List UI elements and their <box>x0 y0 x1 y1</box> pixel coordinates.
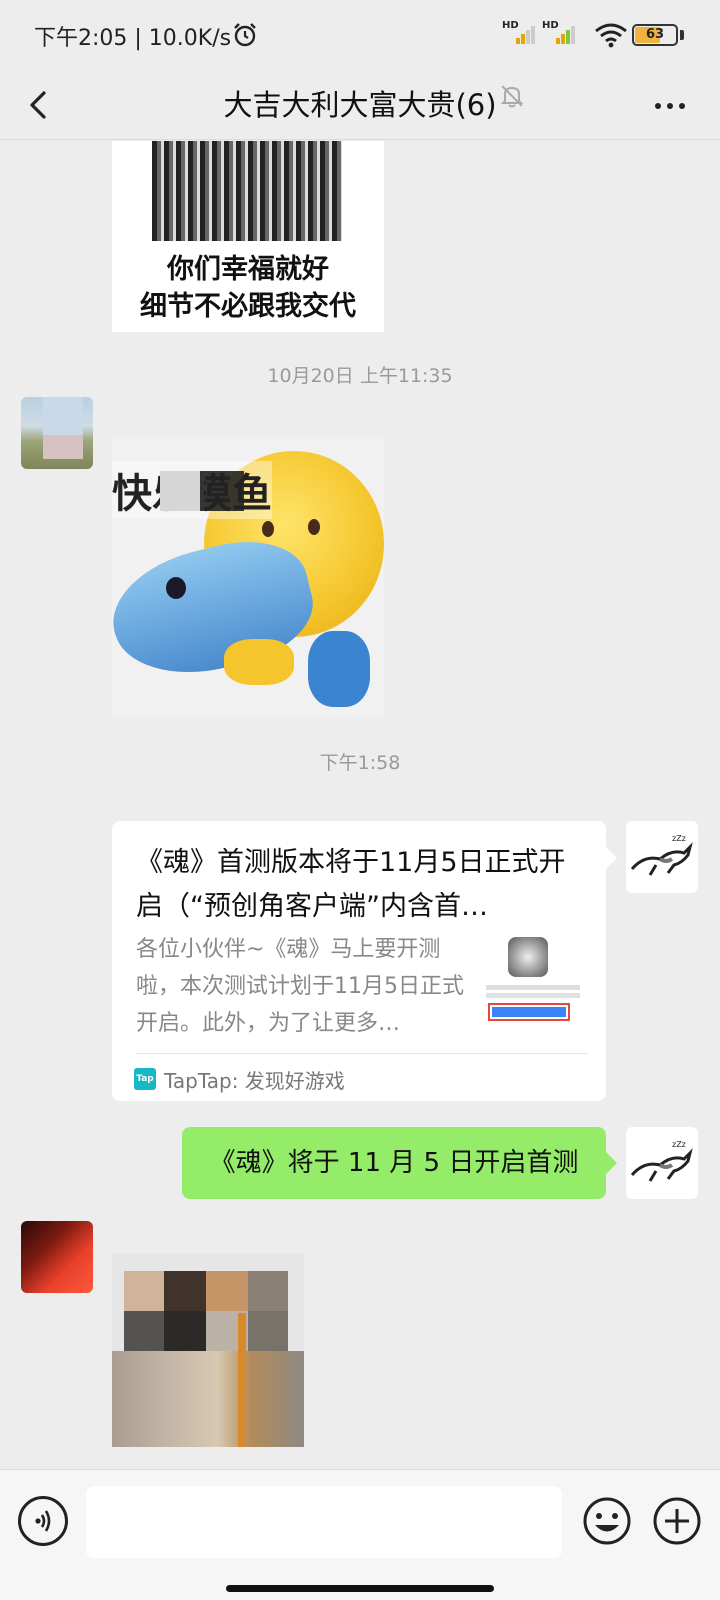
sticker-message[interactable]: 快乐摸鱼 <box>112 437 384 719</box>
link-card-message[interactable]: 《魂》首测版本将于11月5日正式开启（“预创角客户端”内含首… 各位小伙伴~《魂… <box>112 821 617 1101</box>
battery-cap <box>680 30 684 40</box>
outgoing-text-message[interactable]: 《魂》将于 11 月 5 日开启首测 <box>182 1127 617 1199</box>
emoji-icon[interactable] <box>582 1496 632 1546</box>
link-card-divider <box>136 1053 588 1054</box>
chat-input-bar <box>0 1469 720 1600</box>
svg-text:zZz: zZz <box>672 1140 686 1149</box>
message-timestamp: 下午1:58 <box>319 752 401 774</box>
status-time: 下午2:05 | 10.0K/s <box>34 26 232 51</box>
cat-sketch-icon: zZz <box>630 834 693 876</box>
cellular-signal-icon: HD <box>502 20 536 46</box>
avatar[interactable] <box>21 1221 93 1293</box>
message-timestamp: 10月20日 上午11:35 <box>267 365 453 387</box>
avatar-self[interactable]: zZz <box>626 1127 698 1199</box>
message-input[interactable] <box>86 1486 562 1558</box>
cellular-signal-icon-2: HD <box>542 20 576 46</box>
sticker-image <box>152 141 342 241</box>
status-bar: 下午2:05 | 10.0K/s HD HD 63 <box>0 0 720 70</box>
link-card-thumbnail <box>486 937 580 1029</box>
alarm-icon <box>234 23 256 47</box>
cat-sketch-icon: zZz <box>630 1140 693 1182</box>
avatar[interactable] <box>21 397 93 469</box>
link-card-source: TapTap: 发现好游戏 <box>164 1069 345 1093</box>
sticker-caption-line2: 细节不必跟我交代 <box>140 291 356 322</box>
battery-level: 63 <box>645 27 665 42</box>
home-indicator[interactable] <box>226 1585 494 1592</box>
avatar-self[interactable]: zZz <box>626 821 698 893</box>
hd-label: HD <box>502 20 519 31</box>
hd-label-2: HD <box>542 20 559 31</box>
taptap-icon: Tap <box>134 1068 156 1090</box>
svg-text:zZz: zZz <box>672 834 686 843</box>
battery-icon: 63 <box>632 24 678 46</box>
more-horizontal-icon[interactable] <box>650 86 690 126</box>
sticker-caption-line1: 你们幸福就好 <box>167 254 329 285</box>
plus-circle-icon[interactable] <box>652 1496 702 1546</box>
link-card-title: 《魂》首测版本将于11月5日正式开启（“预创角客户端”内含首… <box>136 847 566 922</box>
link-card-description: 各位小伙伴~《魂》马上要开测啦，本次测试计划于11月5日正式开启。此外，为了让更… <box>136 937 464 1036</box>
voice-icon[interactable] <box>18 1496 68 1546</box>
sticker-message[interactable]: 你们幸福就好 细节不必跟我交代 <box>112 141 384 332</box>
image-message[interactable] <box>112 1253 304 1447</box>
chat-header: 大吉大利大富大贵(6) <box>0 70 720 140</box>
chat-title: 大吉大利大富大贵(6) <box>223 88 497 122</box>
chat-message-list[interactable]: 你们幸福就好 细节不必跟我交代 10月20日 上午11:35 快乐摸鱼 下午1:… <box>0 141 720 1469</box>
bell-muted-icon <box>500 85 524 108</box>
wifi-icon <box>595 23 627 48</box>
